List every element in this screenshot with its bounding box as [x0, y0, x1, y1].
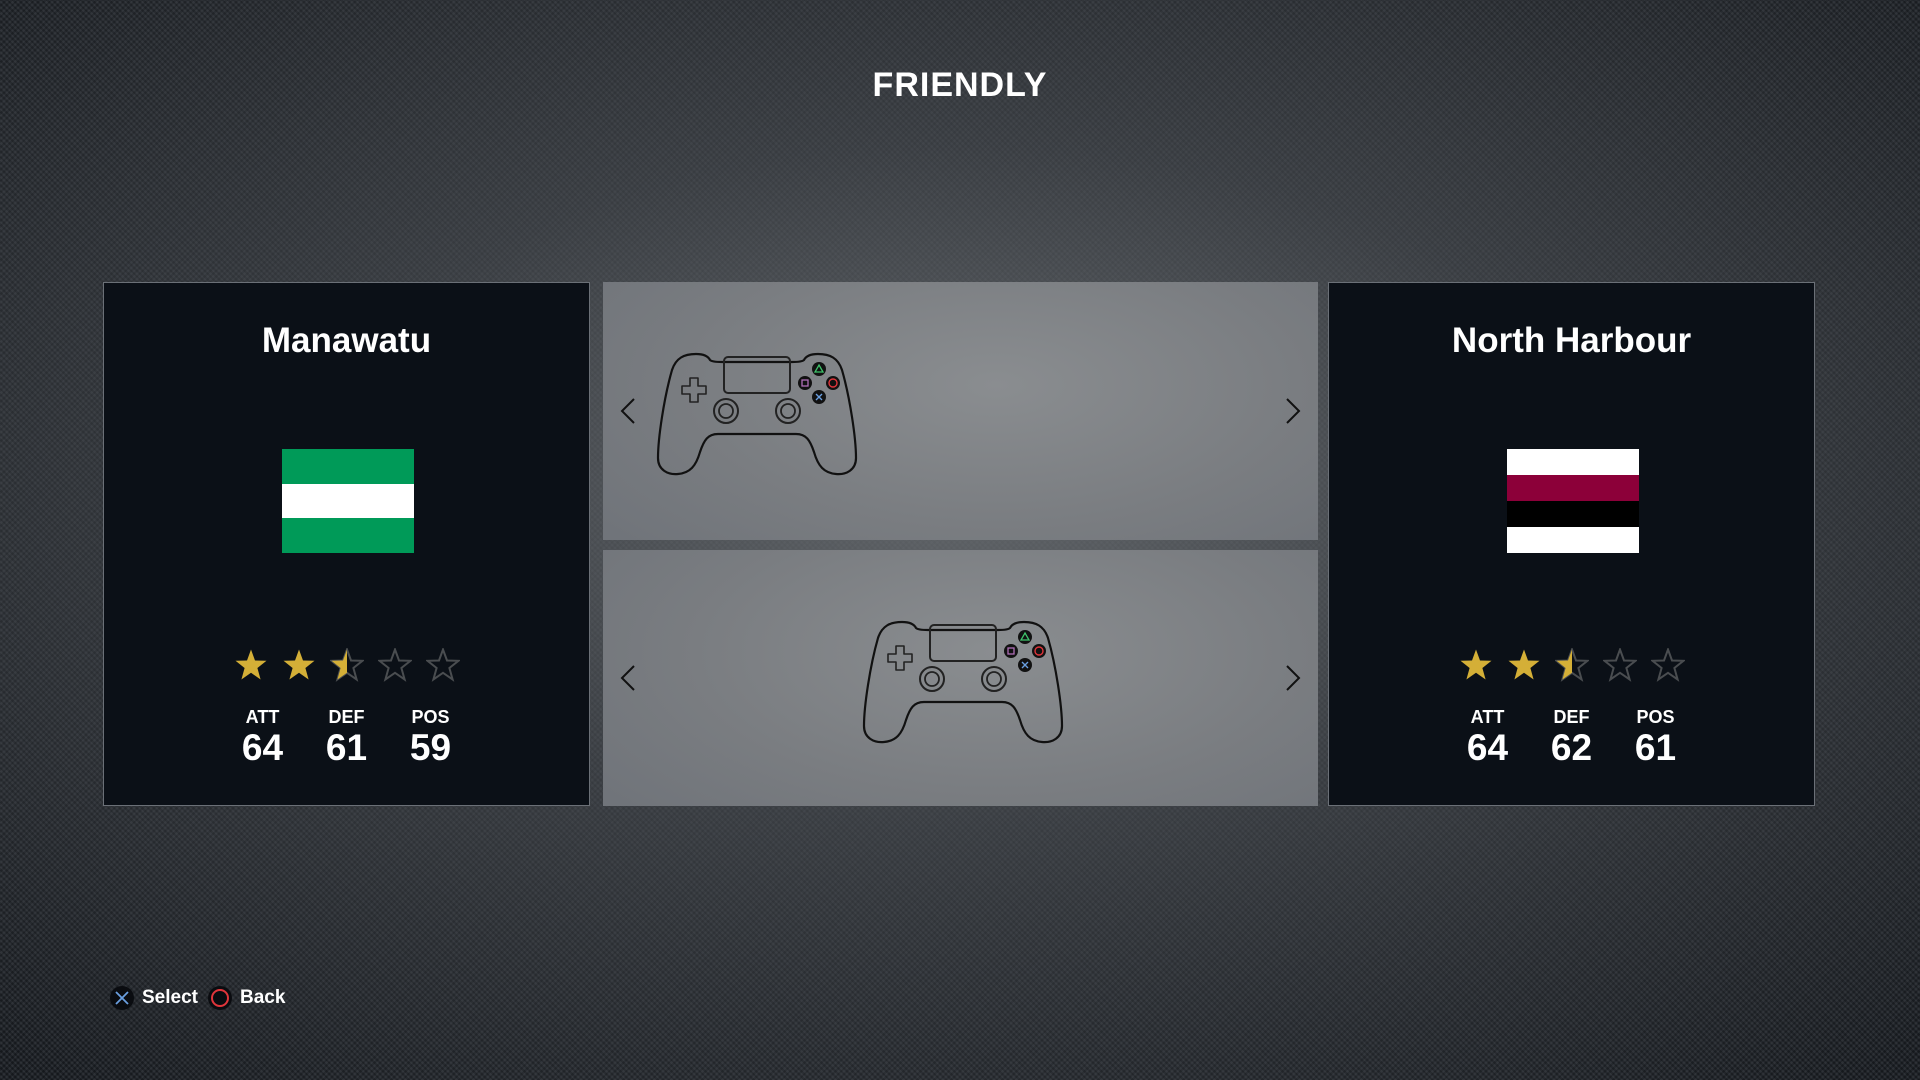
stat-label: POS	[411, 707, 450, 727]
stat-label: DEF	[1553, 707, 1590, 727]
stat-value: 61	[325, 727, 368, 768]
gamepad-icon[interactable]	[656, 348, 858, 476]
button-hints: Select Back	[110, 986, 295, 1010]
stat-pos: POS 59	[404, 707, 458, 769]
star-filled-icon	[235, 649, 266, 680]
star-empty-icon	[1650, 648, 1685, 682]
stat-def: DEF 61	[320, 707, 374, 769]
cross-button-icon	[110, 986, 134, 1010]
stat-label: DEF	[328, 707, 365, 727]
controller-slot-2[interactable]	[603, 550, 1318, 806]
chevron-right-icon[interactable]	[1282, 663, 1302, 693]
flag-stripe	[282, 449, 414, 484]
star-rating	[104, 648, 589, 682]
flag-stripe	[1507, 501, 1639, 527]
team-name: North Harbour	[1451, 321, 1692, 360]
stat-value: 62	[1550, 727, 1593, 768]
flag-stripe	[282, 518, 414, 554]
team-panel-home: Manawatu ATT 64 DEF 61 POS 59	[103, 282, 590, 806]
star-half-icon	[1554, 648, 1589, 682]
team-stats: ATT 64 DEF 61 POS 59	[104, 707, 589, 769]
star-rating	[1329, 648, 1814, 682]
team-panel-away: North Harbour ATT 64 DEF 62 POS 61	[1328, 282, 1815, 806]
flag-stripe	[1507, 527, 1639, 553]
select-hint[interactable]: Select	[110, 986, 198, 1010]
circle-button-icon	[207, 986, 232, 1010]
team-stats: ATT 64 DEF 62 POS 61	[1329, 707, 1814, 769]
flag-stripe	[1507, 475, 1639, 501]
stat-label: POS	[1636, 707, 1675, 727]
stat-value: 64	[241, 727, 284, 768]
stat-def: DEF 62	[1545, 707, 1599, 769]
flag-stripe	[282, 483, 414, 519]
star-empty-icon	[425, 648, 460, 682]
screen-title: FRIENDLY	[872, 66, 1048, 104]
stat-att: ATT 64	[236, 707, 290, 769]
back-hint[interactable]: Back	[207, 986, 286, 1010]
stat-value: 59	[409, 727, 452, 768]
select-label: Select	[142, 987, 198, 1008]
back-label: Back	[239, 987, 286, 1008]
chevron-left-icon[interactable]	[619, 663, 639, 693]
star-filled-icon	[283, 649, 314, 680]
stat-value: 61	[1634, 727, 1677, 768]
stat-att: ATT 64	[1461, 707, 1515, 769]
chevron-right-icon[interactable]	[1282, 396, 1302, 426]
stat-value: 64	[1466, 727, 1509, 768]
gamepad-icon[interactable]	[862, 616, 1064, 744]
team-flag	[282, 449, 414, 554]
star-half-icon	[329, 648, 364, 682]
star-empty-icon	[1602, 648, 1637, 682]
star-empty-icon	[377, 648, 412, 682]
flag-stripe	[1507, 449, 1639, 475]
chevron-left-icon[interactable]	[619, 396, 639, 426]
team-flag	[1507, 449, 1639, 553]
stat-label: ATT	[245, 707, 280, 727]
star-filled-icon	[1460, 649, 1491, 680]
team-name: Manawatu	[261, 321, 432, 360]
star-filled-icon	[1508, 649, 1539, 680]
stat-pos: POS 61	[1629, 707, 1683, 769]
stat-label: ATT	[1470, 707, 1505, 727]
controller-slot-1[interactable]	[603, 282, 1318, 540]
